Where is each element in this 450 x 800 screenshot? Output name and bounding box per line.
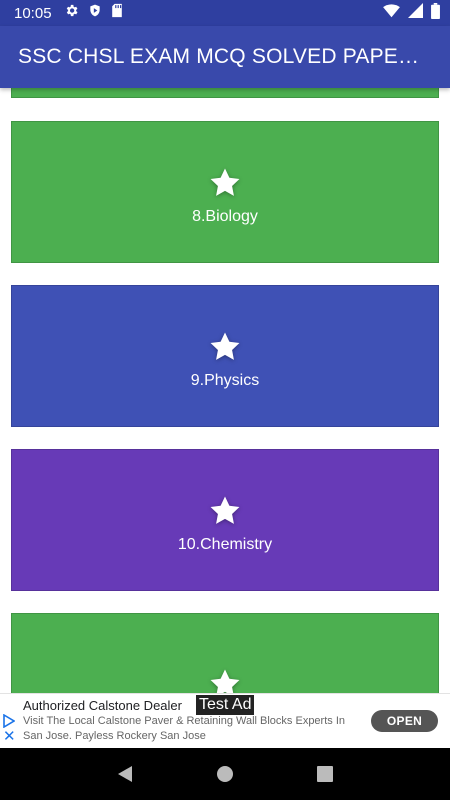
category-card-label: 8.Biology [192, 208, 258, 225]
test-ad-label: Test Ad [196, 695, 255, 715]
category-card-top-partial[interactable] [11, 88, 439, 98]
home-icon [217, 766, 233, 782]
star-icon [210, 168, 240, 196]
app-title: SSC CHSL EXAM MCQ SOLVED PAPER… [18, 45, 428, 68]
category-card-label: 10.Chemistry [177, 536, 273, 553]
ad-description[interactable]: Visit The Local Calstone Paver & Retaini… [23, 714, 363, 744]
home-button[interactable] [210, 759, 240, 789]
adchoices-icon[interactable] [3, 713, 16, 729]
status-icons-left [64, 3, 123, 23]
star-icon [210, 669, 240, 693]
sd-card-icon [111, 3, 123, 23]
star-icon [210, 496, 240, 524]
app-bar: SSC CHSL EXAM MCQ SOLVED PAPER… [0, 26, 450, 88]
back-icon [118, 766, 132, 782]
ad-open-button[interactable]: OPEN [371, 710, 438, 732]
navigation-bar [0, 748, 450, 800]
star-icon [210, 332, 240, 360]
recents-icon [317, 766, 333, 782]
category-card-chemistry[interactable]: 10.Chemistry [11, 449, 439, 591]
signal-icon [408, 3, 423, 23]
category-card-label: 9.Physics [190, 372, 260, 389]
recents-button[interactable] [310, 759, 340, 789]
status-icons-right [383, 2, 440, 24]
category-card-bottom-partial[interactable] [11, 613, 439, 693]
close-icon[interactable]: ✕ [3, 729, 16, 744]
back-button[interactable] [110, 759, 140, 789]
category-card-physics[interactable]: 9.Physics [11, 285, 439, 427]
category-list[interactable]: 8.Biology 9.Physics 10.Chemistry [0, 88, 450, 693]
ad-banner[interactable]: ✕ Authorized Calstone Dealer Test Ad Vis… [0, 693, 450, 747]
battery-icon [431, 2, 440, 24]
ad-title[interactable]: Authorized Calstone Dealer [23, 698, 182, 713]
status-bar: 10:05 [0, 0, 450, 26]
gear-icon [64, 3, 79, 23]
wifi-icon [383, 3, 400, 23]
shield-icon [88, 3, 102, 23]
status-time: 10:05 [14, 4, 52, 22]
category-card-biology[interactable]: 8.Biology [11, 121, 439, 263]
